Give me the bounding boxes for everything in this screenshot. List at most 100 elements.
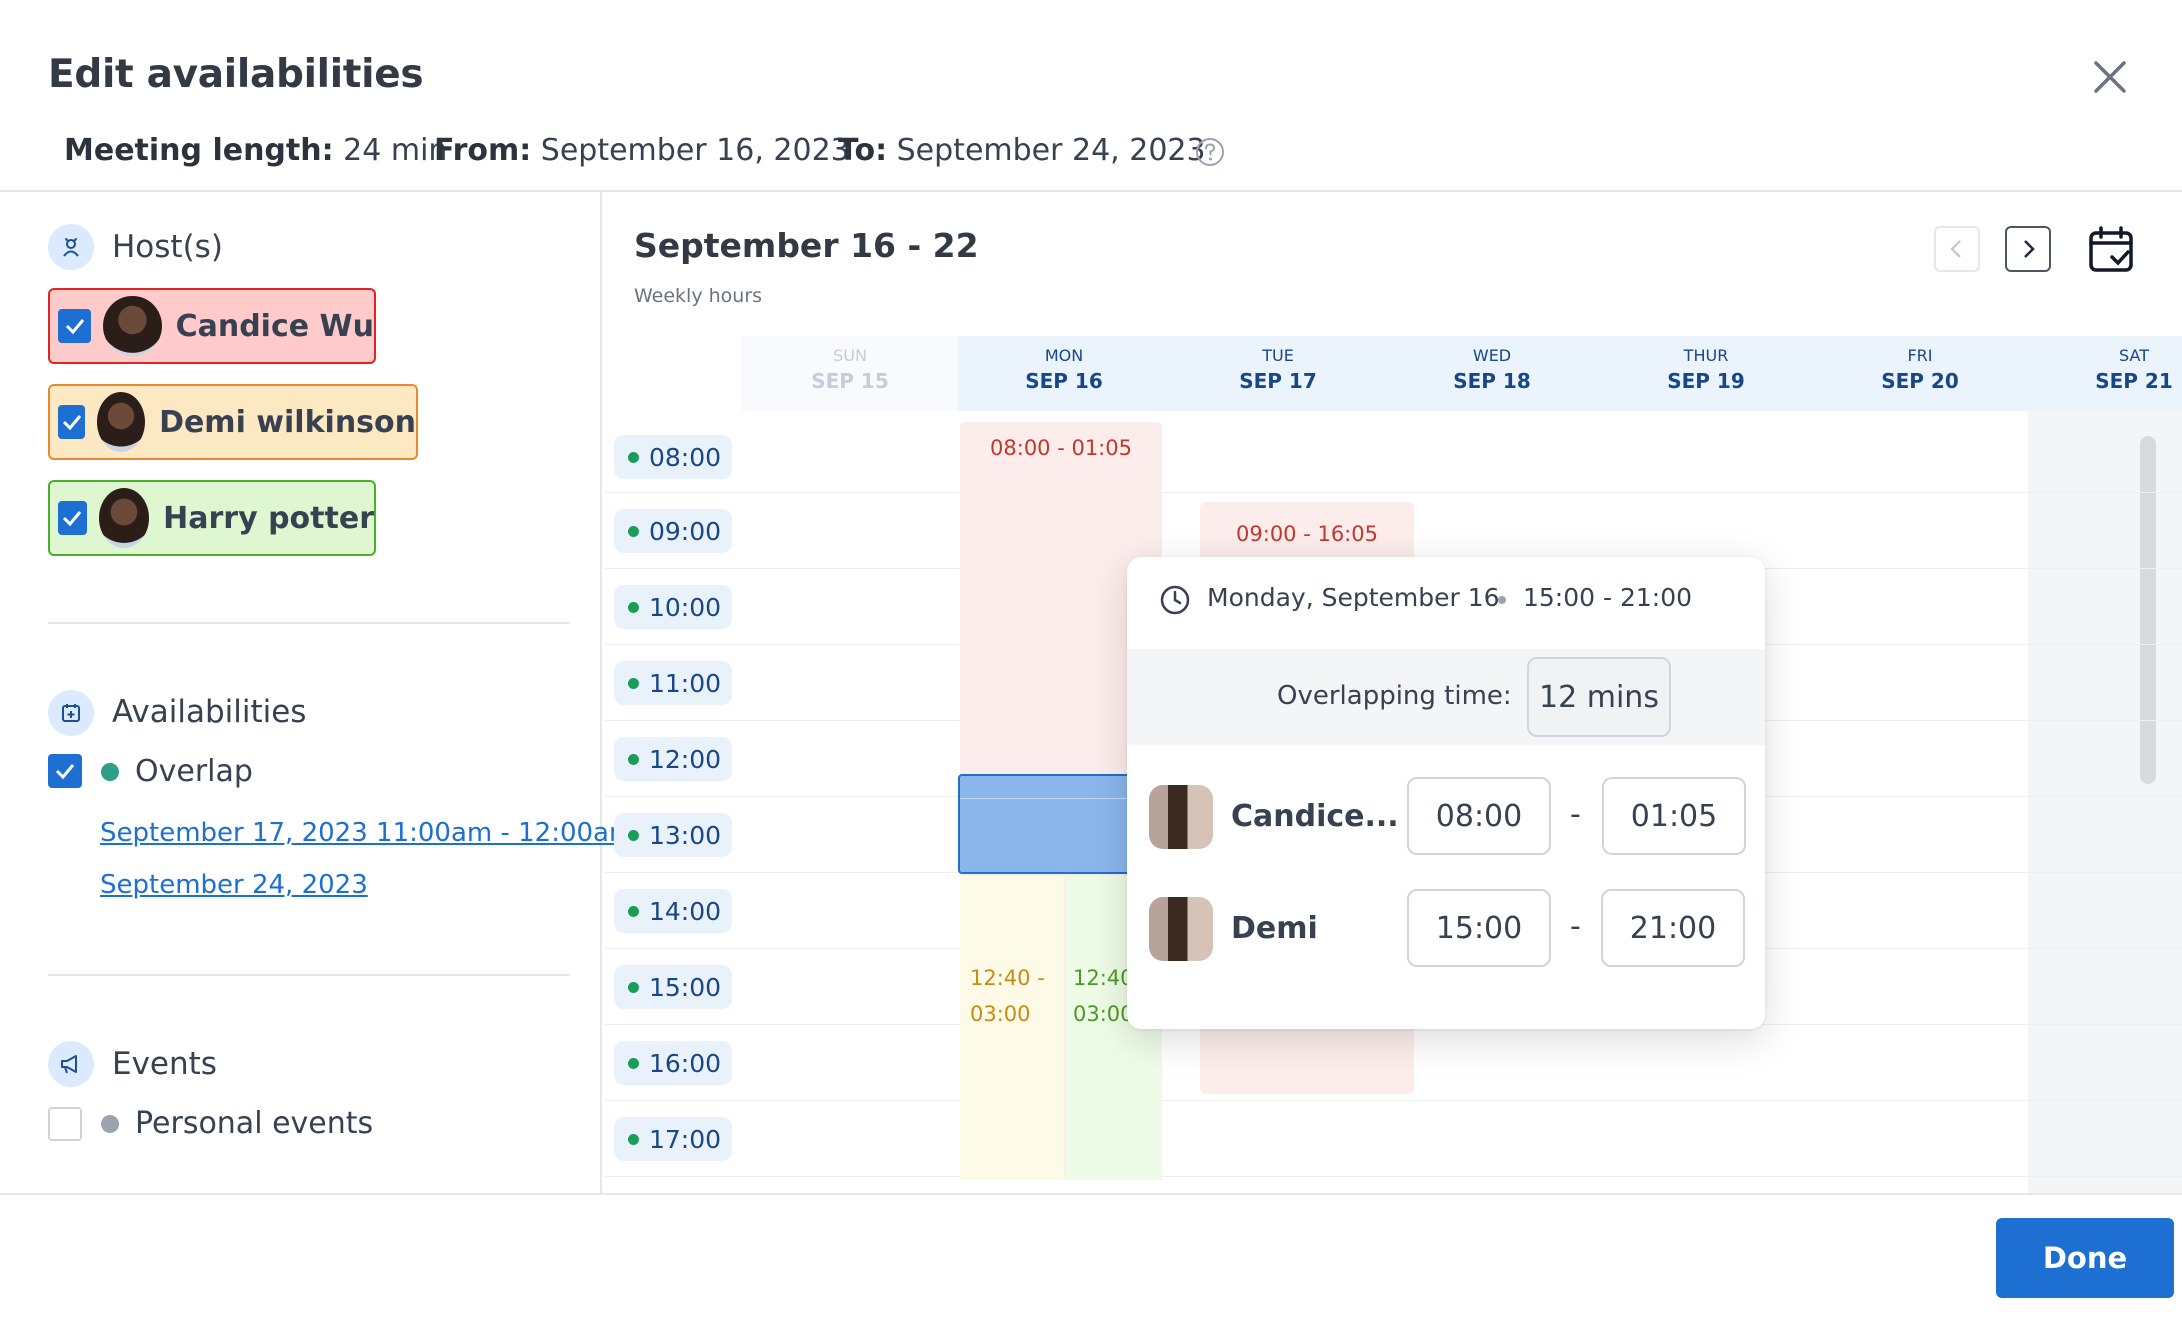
- day-of-week: THUR: [1683, 346, 1729, 365]
- personal-events-checkbox[interactable]: [48, 1107, 82, 1141]
- date-to-label: To:: [838, 133, 888, 168]
- time-text: 12:00: [649, 744, 722, 774]
- time-text: 14:00: [649, 896, 722, 926]
- event-time: 12:40 03:00: [1073, 960, 1134, 1032]
- event-time-start: 12:40 -: [970, 966, 1045, 990]
- time-text: 15:00: [649, 972, 722, 1002]
- popover-date: Monday, September 16: [1207, 583, 1500, 612]
- next-week-button[interactable]: [2005, 226, 2051, 272]
- grid-line: [605, 1100, 2182, 1101]
- avatar: [1149, 897, 1213, 961]
- time-text: 08:00: [649, 442, 722, 472]
- help-icon[interactable]: [1195, 137, 1225, 167]
- day-header: SUN SEP 15: [775, 346, 925, 393]
- event-time-start: 12:40: [1073, 966, 1134, 990]
- host-section-icon: [48, 224, 94, 270]
- event-time-end: 03:00: [1073, 1002, 1134, 1026]
- overlap-link[interactable]: September 24, 2023: [100, 870, 368, 900]
- personal-events-dot: [101, 1115, 119, 1133]
- calendar-check-icon[interactable]: [2088, 226, 2134, 274]
- date-from-label: From:: [434, 133, 532, 168]
- time-label: 13:00: [614, 813, 732, 857]
- event-time: 09:00 - 16:05: [1236, 522, 1378, 546]
- time-label: 08:00: [614, 435, 732, 479]
- overlap-link[interactable]: September 17, 2023 11:00am - 12:00am: [100, 818, 634, 848]
- events-title: Events: [112, 1046, 217, 1082]
- day-of-week: SAT: [2119, 346, 2149, 365]
- separator-dot: [1498, 596, 1506, 604]
- time-label: 09:00: [614, 509, 732, 553]
- avatar: [97, 392, 146, 452]
- done-button[interactable]: Done: [1996, 1218, 2174, 1298]
- day-of-week: WED: [1472, 346, 1512, 365]
- saturday-column: [2028, 411, 2182, 1193]
- event-block[interactable]: 12:40 - 03:00: [960, 876, 1064, 1180]
- day-header: FRI SEP 20: [1845, 346, 1995, 393]
- day-header: WED SEP 18: [1417, 346, 1567, 393]
- calendar-plus-icon: [62, 704, 80, 722]
- overlap-selection-block[interactable]: [958, 774, 1138, 874]
- meeting-length: Meeting length: 24 min: [64, 133, 447, 168]
- day-of-week: TUE: [1262, 346, 1294, 365]
- participant-name: Candice...: [1231, 799, 1399, 834]
- time-label: 10:00: [614, 585, 732, 629]
- grid-line: [605, 492, 2182, 493]
- overlap-dot: [101, 763, 119, 781]
- close-icon[interactable]: [2090, 57, 2130, 97]
- megaphone-icon: [61, 1055, 77, 1074]
- host-checkbox[interactable]: [58, 309, 92, 343]
- day-header-strip: [958, 336, 2182, 411]
- overlap-time-value: 12 mins: [1527, 657, 1671, 737]
- day-date: SEP 17: [1239, 369, 1317, 393]
- time-label: 14:00: [614, 889, 732, 933]
- time-text: 16:00: [649, 1048, 722, 1078]
- start-time-field[interactable]: 08:00: [1407, 777, 1551, 855]
- week-subtitle: Weekly hours: [634, 285, 763, 307]
- day-of-week: SUN: [833, 346, 867, 365]
- week-range-title: September 16 - 22: [634, 226, 979, 265]
- scrollbar-thumb[interactable]: [2140, 436, 2156, 784]
- day-header: MON SEP 16: [989, 346, 1139, 393]
- time-label: 12:00: [614, 737, 732, 781]
- day-header: THUR SEP 19: [1631, 346, 1781, 393]
- avatar: [98, 488, 150, 548]
- chevron-left-icon: [1950, 240, 1961, 258]
- grid-line: [605, 1176, 2182, 1177]
- day-date: SEP 20: [1881, 369, 1959, 393]
- overlap-checkbox[interactable]: [48, 754, 82, 788]
- slot-popover: Monday, September 16 15:00 - 21:00 Overl…: [1127, 557, 1765, 1029]
- meeting-length-value: 24 min: [343, 133, 448, 168]
- time-label: 17:00: [614, 1117, 732, 1161]
- host-chip[interactable]: Candice Wu: [48, 288, 376, 364]
- host-checkbox[interactable]: [58, 501, 87, 535]
- end-time-field[interactable]: 01:05: [1602, 777, 1746, 855]
- chevron-right-icon: [2024, 240, 2035, 258]
- overlap-time-label: Overlapping time:: [1277, 681, 1512, 711]
- start-time-field[interactable]: 15:00: [1407, 889, 1551, 967]
- day-date: SEP 15: [811, 369, 889, 393]
- personal-events-label: Personal events: [135, 1106, 374, 1141]
- day-date: SEP 18: [1453, 369, 1531, 393]
- day-date: SEP 19: [1667, 369, 1745, 393]
- host-chip[interactable]: Harry potter: [48, 480, 376, 556]
- host-name: Candice Wu: [175, 308, 374, 344]
- time-text: 11:00: [649, 668, 722, 698]
- host-checkbox[interactable]: [58, 405, 86, 439]
- day-of-week: FRI: [1907, 346, 1933, 365]
- time-label: 11:00: [614, 661, 732, 705]
- participant-name: Demi: [1231, 911, 1318, 946]
- overlap-label: Overlap: [135, 754, 253, 789]
- check-icon: [65, 319, 84, 335]
- date-from: From: September 16, 2023: [434, 133, 850, 168]
- sidebar-divider-2: [48, 974, 570, 976]
- dialog-title: Edit availabilities: [48, 52, 424, 97]
- host-chip[interactable]: Demi wilkinson: [48, 384, 418, 460]
- hosts-title: Host(s): [112, 229, 223, 265]
- prev-week-button[interactable]: [1934, 226, 1980, 272]
- check-icon: [63, 511, 82, 527]
- host-name: Harry potter: [163, 500, 374, 536]
- day-date: SEP 16: [1025, 369, 1103, 393]
- footer-divider: [0, 1193, 2182, 1195]
- sidebar-divider: [600, 192, 602, 1194]
- end-time-field[interactable]: 21:00: [1601, 889, 1745, 967]
